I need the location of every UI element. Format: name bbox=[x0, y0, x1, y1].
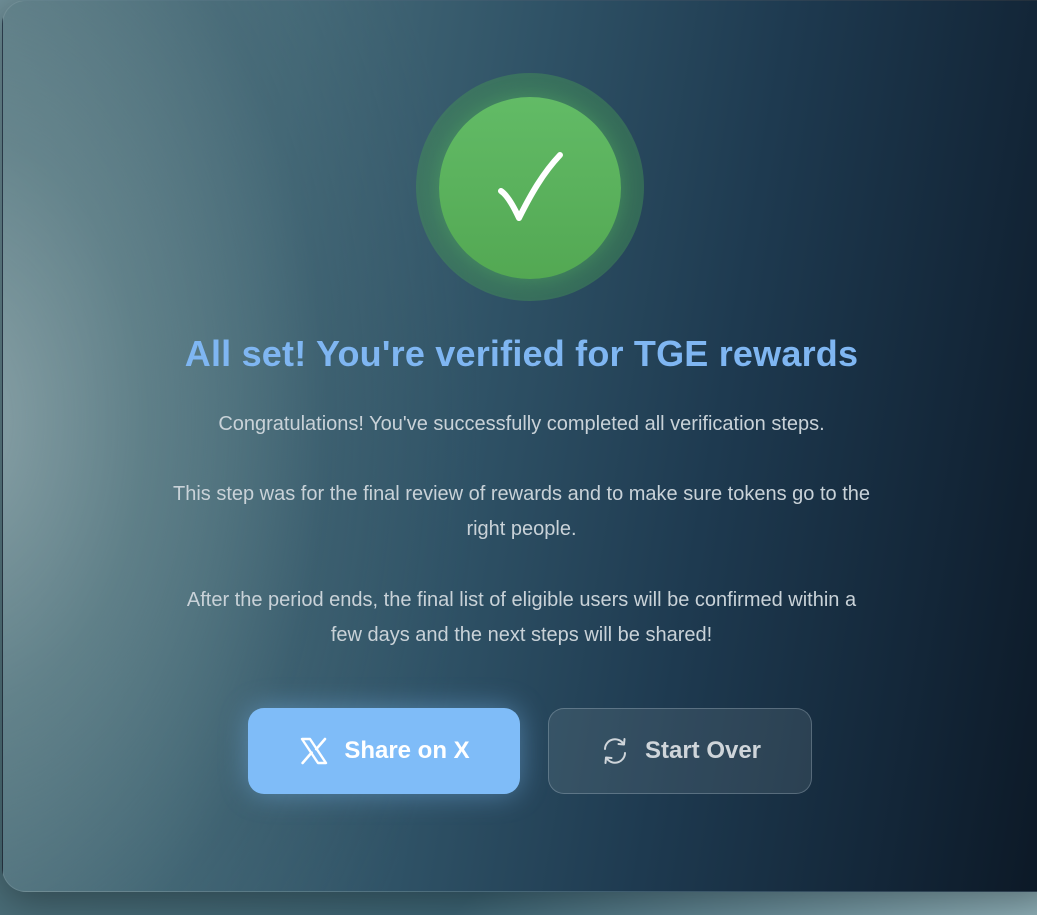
next-steps-line-2: few days and the next steps will be shar… bbox=[330, 624, 713, 646]
page-title: All set! You're verified for TGE rewards bbox=[184, 333, 859, 374]
next-steps-line-1: After the period ends, the final list of… bbox=[186, 589, 857, 611]
refresh-icon bbox=[603, 738, 626, 764]
congrats-text: Congratulations! You've successfully com… bbox=[3, 407, 1037, 442]
review-line-2: right people. bbox=[466, 518, 577, 540]
checkmark-icon bbox=[498, 152, 563, 221]
congrats-line: Congratulations! You've successfully com… bbox=[218, 413, 825, 435]
start-over-button[interactable]: Start Over bbox=[548, 708, 812, 794]
verification-card: All set! You're verified for TGE rewards… bbox=[2, 0, 1037, 892]
x-logo-icon bbox=[301, 737, 328, 765]
success-badge bbox=[439, 97, 621, 279]
review-line-1: This step was for the final review of re… bbox=[172, 483, 870, 505]
next-steps-text: After the period ends, the final list of… bbox=[3, 583, 1037, 653]
share-button-label: Share on X bbox=[344, 737, 470, 764]
start-over-label: Start Over bbox=[644, 737, 762, 764]
share-on-x-button[interactable]: Share on X bbox=[248, 708, 520, 794]
review-text: This step was for the final review of re… bbox=[3, 477, 1037, 547]
